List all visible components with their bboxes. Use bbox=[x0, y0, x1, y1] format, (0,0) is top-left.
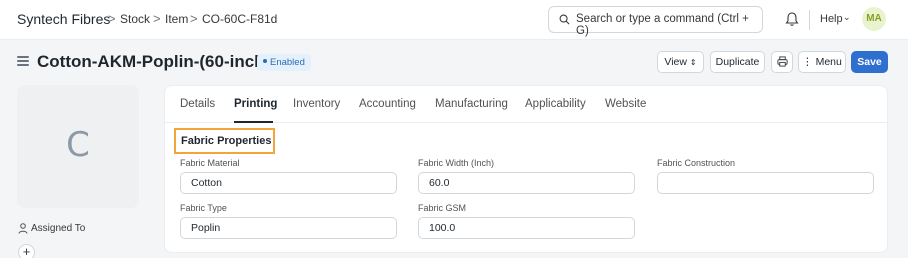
view-button[interactable]: View ⇕ bbox=[657, 51, 704, 73]
menu-toggle-icon[interactable] bbox=[17, 56, 29, 66]
status-badge-label: Enabled bbox=[270, 57, 305, 68]
tab-website[interactable]: Website bbox=[605, 98, 646, 110]
active-tab-indicator bbox=[234, 121, 273, 123]
avatar[interactable]: MA bbox=[862, 7, 886, 31]
brand-link[interactable]: Syntech Fibres bbox=[17, 11, 110, 27]
breadcrumb-current[interactable]: CO-60C-F81d bbox=[202, 12, 277, 26]
assigned-to-label: Assigned To bbox=[31, 223, 86, 234]
fabric-construction-field[interactable] bbox=[657, 172, 874, 194]
breadcrumb-item[interactable]: Item bbox=[165, 12, 188, 26]
tab-inventory[interactable]: Inventory bbox=[293, 98, 340, 110]
chevron-down-icon: ⌄ bbox=[843, 12, 851, 22]
fabric-type-label: Fabric Type bbox=[180, 203, 227, 213]
tab-accounting[interactable]: Accounting bbox=[359, 98, 416, 110]
item-image-letter: C bbox=[66, 125, 90, 165]
tab-manufacturing[interactable]: Manufacturing bbox=[435, 98, 508, 110]
navbar-divider bbox=[809, 10, 810, 30]
breadcrumb-stock[interactable]: Stock bbox=[120, 12, 150, 26]
fabric-material-field[interactable]: Cotton bbox=[180, 172, 397, 194]
search-input[interactable]: Search or type a command (Ctrl + G) bbox=[548, 6, 763, 37]
add-assignee-button[interactable]: + bbox=[18, 244, 35, 258]
duplicate-button[interactable]: Duplicate bbox=[710, 51, 765, 73]
fabric-gsm-field[interactable]: 100.0 bbox=[418, 217, 635, 239]
tab-bar: Details Printing Inventory Accounting Ma… bbox=[165, 86, 887, 123]
page-title: Cotton-AKM-Poplin-(60-inch) bbox=[37, 52, 271, 71]
user-icon bbox=[18, 223, 28, 234]
form-card: Details Printing Inventory Accounting Ma… bbox=[164, 85, 888, 253]
save-button[interactable]: Save bbox=[851, 51, 888, 73]
fabric-construction-label: Fabric Construction bbox=[657, 158, 736, 168]
section-title: Fabric Properties bbox=[181, 135, 272, 147]
menu-button[interactable]: ⋮ Menu bbox=[798, 51, 846, 73]
fabric-type-field[interactable]: Poplin bbox=[180, 217, 397, 239]
breadcrumb-separator: > bbox=[190, 11, 198, 26]
item-image-placeholder[interactable]: C bbox=[17, 85, 139, 208]
print-button[interactable] bbox=[771, 51, 793, 73]
tab-printing[interactable]: Printing bbox=[234, 98, 277, 110]
navbar: Syntech Fibres > Stock > Item > CO-60C-F… bbox=[0, 0, 908, 40]
fabric-width-label: Fabric Width (Inch) bbox=[418, 158, 495, 168]
bell-icon[interactable] bbox=[784, 11, 800, 28]
search-icon bbox=[559, 14, 570, 25]
help-dropdown[interactable]: Help bbox=[820, 13, 843, 25]
sort-icon: ⇕ bbox=[689, 58, 697, 67]
fabric-width-field[interactable]: 60.0 bbox=[418, 172, 635, 194]
fabric-gsm-label: Fabric GSM bbox=[418, 203, 467, 213]
printer-icon bbox=[776, 56, 788, 67]
status-badge: Enabled bbox=[257, 54, 311, 71]
fabric-material-label: Fabric Material bbox=[180, 158, 240, 168]
tab-details[interactable]: Details bbox=[180, 98, 215, 110]
search-placeholder: Search or type a command (Ctrl + G) bbox=[576, 13, 749, 37]
breadcrumb-separator: > bbox=[108, 11, 116, 26]
view-button-label: View bbox=[664, 56, 687, 68]
tab-applicability[interactable]: Applicability bbox=[525, 98, 586, 110]
breadcrumb-separator: > bbox=[153, 11, 161, 26]
